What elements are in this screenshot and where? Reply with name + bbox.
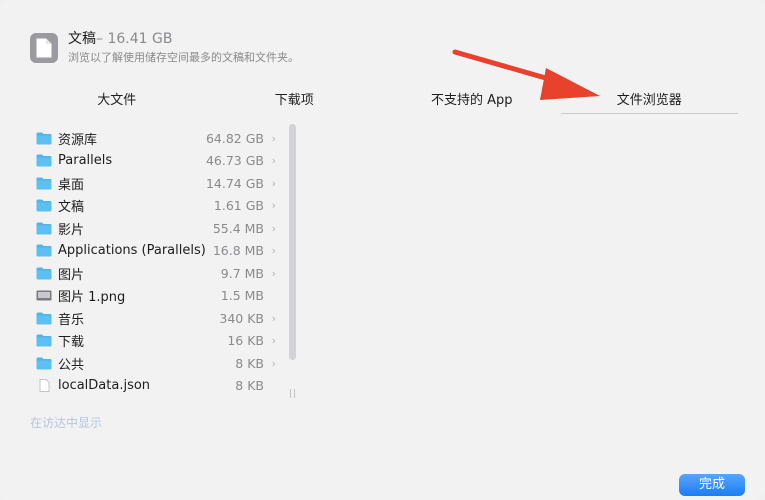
chevron-right-icon: › bbox=[271, 199, 276, 213]
item-size: 8 KB bbox=[235, 378, 264, 394]
folder-icon bbox=[36, 132, 52, 145]
tab-downloads[interactable]: 下载项 bbox=[206, 90, 384, 114]
list-item[interactable]: 公共 8 KB › bbox=[36, 352, 276, 375]
item-size: 8 KB bbox=[235, 355, 264, 371]
item-name: Parallels bbox=[58, 153, 113, 169]
list-item[interactable]: 下载 16 KB › bbox=[36, 330, 276, 353]
list-item[interactable]: 图片 9.7 MB › bbox=[36, 262, 276, 285]
done-button[interactable]: 完成 bbox=[679, 474, 745, 496]
tab-file-browser[interactable]: 文件浏览器 bbox=[560, 90, 738, 114]
page-title: 文稿– 16.41 GB bbox=[68, 31, 173, 47]
documents-folder-icon bbox=[36, 199, 52, 212]
item-name: 下载 bbox=[58, 335, 85, 351]
chevron-right-icon: › bbox=[271, 356, 276, 370]
item-name: 图片 bbox=[58, 267, 85, 283]
tab-bar: 大文件 下载项 不支持的 App 文件浏览器 bbox=[28, 90, 738, 114]
show-in-finder-link[interactable]: 在访达中显示 bbox=[30, 414, 102, 431]
item-name: 公共 bbox=[58, 357, 85, 373]
item-name: 图片 1.png bbox=[58, 290, 126, 306]
title-size: – 16.41 GB bbox=[96, 31, 173, 47]
header: 文稿– 16.41 GB 浏览以了解使用储存空间最多的文稿和文件夹。 bbox=[30, 30, 299, 66]
applications-folder-icon bbox=[36, 244, 52, 257]
list-item[interactable]: Applications (Parallels) 16.8 MB › bbox=[36, 240, 276, 263]
item-name: 音乐 bbox=[58, 312, 85, 328]
item-name: 文稿 bbox=[58, 200, 85, 216]
item-name: 影片 bbox=[58, 222, 85, 238]
list-item[interactable]: 音乐 340 KB › bbox=[36, 307, 276, 330]
item-name: Applications (Parallels) bbox=[58, 243, 206, 259]
chevron-right-icon: › bbox=[271, 221, 276, 235]
item-size: 1.61 GB bbox=[213, 198, 264, 214]
item-name: 资源库 bbox=[58, 132, 98, 148]
item-name: localData.json bbox=[58, 378, 151, 394]
tab-unsupported-apps[interactable]: 不支持的 App bbox=[383, 90, 561, 114]
desktop-folder-icon bbox=[36, 177, 52, 190]
list-item[interactable]: 桌面 14.74 GB › bbox=[36, 172, 276, 195]
resize-handle[interactable]: || bbox=[289, 389, 297, 399]
list-item[interactable]: Parallels 46.73 GB › bbox=[36, 150, 276, 173]
chevron-right-icon: › bbox=[271, 131, 276, 145]
item-size: 55.4 MB bbox=[212, 220, 264, 236]
list-item[interactable]: localData.json 8 KB bbox=[36, 375, 276, 398]
chevron-right-icon: › bbox=[271, 244, 276, 258]
item-size: 46.73 GB bbox=[205, 153, 264, 169]
list-item[interactable]: 图片 1.png 1.5 MB bbox=[36, 285, 276, 308]
item-size: 16 KB bbox=[227, 333, 264, 349]
list-item[interactable]: 影片 55.4 MB › bbox=[36, 217, 276, 240]
chevron-right-icon: › bbox=[271, 176, 276, 190]
item-size: 14.74 GB bbox=[205, 175, 264, 191]
folder-icon bbox=[36, 154, 52, 167]
downloads-folder-icon bbox=[36, 334, 52, 347]
json-file-icon bbox=[36, 379, 52, 393]
scrollbar[interactable] bbox=[289, 124, 296, 360]
public-folder-icon bbox=[36, 357, 52, 370]
movies-folder-icon bbox=[36, 222, 52, 235]
chevron-right-icon: › bbox=[271, 154, 276, 168]
item-size: 340 KB bbox=[219, 310, 264, 326]
storage-management-window: 文稿– 16.41 GB 浏览以了解使用储存空间最多的文稿和文件夹。 大文件 下… bbox=[0, 0, 765, 500]
pictures-folder-icon bbox=[36, 267, 52, 280]
item-name: 桌面 bbox=[58, 177, 85, 193]
item-size: 64.82 GB bbox=[205, 130, 264, 146]
chevron-right-icon: › bbox=[271, 334, 276, 348]
chevron-right-icon: › bbox=[271, 266, 276, 280]
item-size: 16.8 MB bbox=[212, 243, 264, 259]
image-file-icon bbox=[36, 289, 52, 302]
chevron-right-icon: › bbox=[271, 311, 276, 325]
file-list: 资源库 64.82 GB › Parallels 46.73 GB › 桌面 14.74 GB… bbox=[36, 127, 276, 397]
tab-large-files[interactable]: 大文件 bbox=[28, 90, 206, 114]
list-item[interactable]: 文稿 1.61 GB › bbox=[36, 195, 276, 218]
list-item[interactable]: 资源库 64.82 GB › bbox=[36, 127, 276, 150]
music-folder-icon bbox=[36, 312, 52, 325]
item-size: 1.5 MB bbox=[220, 288, 264, 304]
item-size: 9.7 MB bbox=[220, 265, 264, 281]
page-subtitle: 浏览以了解使用储存空间最多的文稿和文件夹。 bbox=[68, 51, 299, 64]
document-icon bbox=[30, 33, 58, 63]
